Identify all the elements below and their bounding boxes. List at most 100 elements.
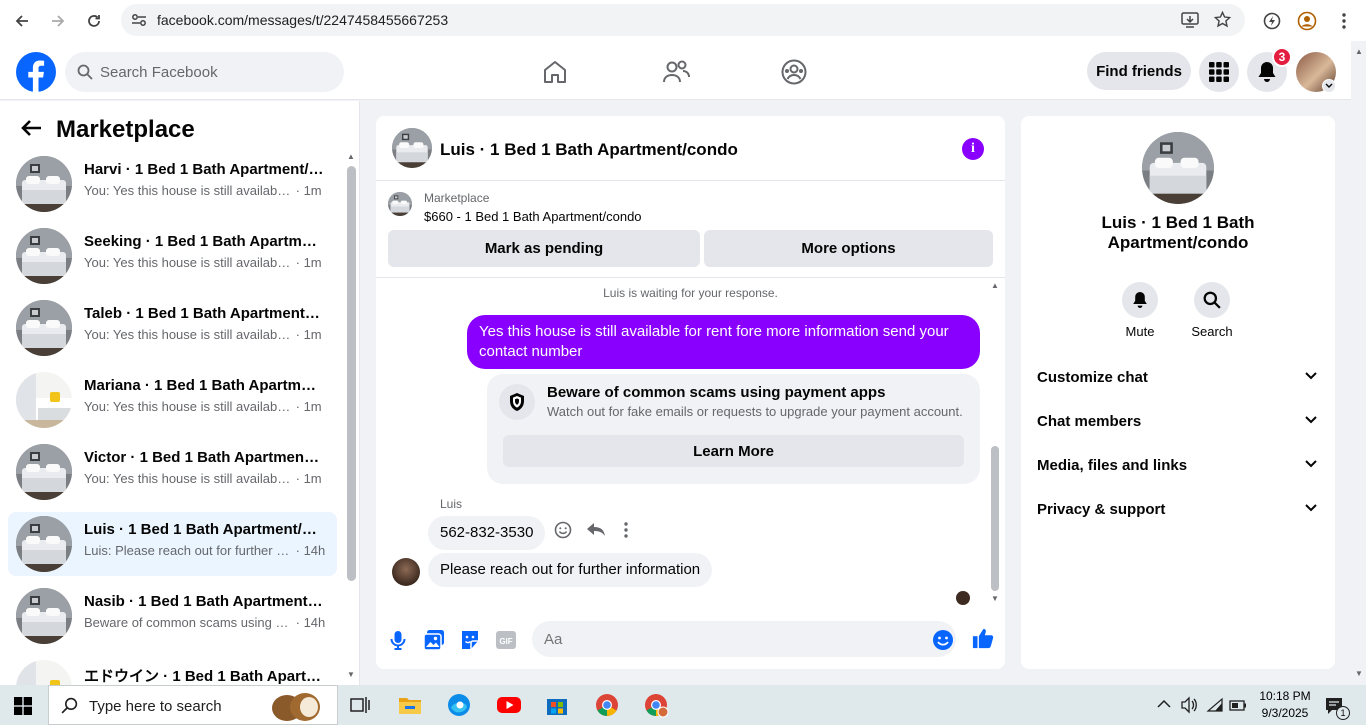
info-icon[interactable]: i	[962, 138, 984, 160]
chevron-down-icon	[1305, 504, 1317, 512]
outgoing-message[interactable]: Yes this house is still available for re…	[467, 315, 980, 369]
conversation-time: · 1m	[295, 183, 322, 198]
conversation-item[interactable]: Victor · 1 Bed 1 Bath Apartment/condo You…	[8, 440, 337, 504]
conversation-thumbnail	[16, 300, 72, 356]
menu-grid-icon[interactable]	[1199, 52, 1239, 92]
site-settings-icon[interactable]	[131, 13, 147, 27]
incoming-message[interactable]: Please reach out for further information	[428, 553, 713, 587]
mute-bell-icon[interactable]	[1122, 282, 1158, 318]
find-friends-button[interactable]: Find friends	[1087, 52, 1191, 90]
conversation-item[interactable]: Seeking · 1 Bed 1 Bath Apartment/condo Yo…	[8, 224, 337, 288]
conversation-item[interactable]: エドウイン · 1 Bed 1 Bath Apartment/condo	[8, 656, 337, 685]
privacy-support-section[interactable]: Privacy & support	[1029, 490, 1327, 530]
media-files-links-section[interactable]: Media, files and links	[1029, 446, 1327, 486]
sticker-icon[interactable]	[459, 629, 481, 651]
coconut-widget-icon	[272, 693, 320, 721]
browser-menu-icon[interactable]	[1331, 8, 1357, 34]
reload-icon[interactable]	[81, 8, 107, 34]
more-options-button[interactable]: More options	[704, 230, 993, 267]
conversation-preview-text: You: Yes this house is still available f…	[84, 327, 292, 342]
conversation-item[interactable]: Harvi · 1 Bed 1 Bath Apartment/condo You:…	[8, 152, 337, 216]
bookmark-star-icon[interactable]	[1214, 11, 1231, 28]
page-scroll-up-icon[interactable]: ▲	[1355, 47, 1363, 56]
chat-title[interactable]: Luis · 1 Bed 1 Bath Apartment/condo	[440, 140, 738, 160]
page-title: Marketplace	[56, 116, 195, 143]
chat-scroll-down-icon[interactable]: ▼	[991, 594, 999, 603]
edge-browser-icon[interactable]	[445, 691, 473, 719]
back-arrow-icon[interactable]	[20, 119, 42, 137]
microsoft-store-icon[interactable]	[543, 691, 571, 719]
wifi-icon[interactable]	[1206, 697, 1224, 713]
reply-icon[interactable]	[586, 522, 606, 538]
conversation-item[interactable]: Mariana · 1 Bed 1 Bath Apartment/condo Yo…	[8, 368, 337, 432]
like-thumb-icon[interactable]	[972, 627, 994, 649]
performance-icon[interactable]	[1259, 8, 1285, 34]
list-scrollbar[interactable]	[347, 166, 356, 581]
install-app-icon[interactable]	[1181, 12, 1199, 28]
file-explorer-icon[interactable]	[396, 691, 424, 719]
chrome-profile-icon[interactable]	[642, 691, 670, 719]
listing-thumbnail[interactable]	[392, 128, 432, 168]
conversation-item[interactable]: Luis · 1 Bed 1 Bath Apartment/condo Luis:…	[8, 512, 337, 576]
home-icon[interactable]	[541, 58, 571, 86]
system-clock[interactable]: 10:18 PM 9/3/2025	[1254, 688, 1316, 722]
message-input[interactable]	[532, 621, 956, 657]
info-panel-title: Luis · 1 Bed 1 Bath Apartment/condo	[1101, 213, 1255, 252]
groups-icon[interactable]	[780, 58, 810, 86]
address-bar[interactable]: facebook.com/messages/t/2247458455667253	[121, 4, 1245, 36]
conversation-thumbnail	[16, 516, 72, 572]
mute-label: Mute	[1125, 324, 1155, 339]
photo-icon[interactable]	[423, 629, 445, 651]
scroll-down-icon[interactable]: ▼	[347, 670, 355, 679]
facebook-logo-icon[interactable]	[16, 52, 56, 92]
conversation-item[interactable]: Nasib · 1 Bed 1 Bath Apartment/condo Bewa…	[8, 584, 337, 648]
chat-info-panel: Luis · 1 Bed 1 Bath Apartment/condo Mute…	[1021, 116, 1335, 669]
friends-icon[interactable]	[661, 58, 691, 86]
learn-more-button[interactable]: Learn More	[503, 435, 964, 467]
search-facebook-input[interactable]: Search Facebook	[65, 52, 344, 92]
more-actions-icon[interactable]	[624, 522, 628, 538]
youtube-icon[interactable]	[495, 691, 523, 719]
show-hidden-icons-icon[interactable]	[1157, 699, 1171, 709]
mark-as-pending-button[interactable]: Mark as pending	[388, 230, 700, 267]
chat-members-section[interactable]: Chat members	[1029, 402, 1327, 442]
incoming-message[interactable]: 562-832-3530	[428, 516, 546, 550]
conversation-time: · 14h	[295, 615, 326, 630]
scroll-up-icon[interactable]: ▲	[347, 152, 355, 161]
profile-icon[interactable]	[1294, 8, 1320, 34]
task-view-icon[interactable]	[346, 691, 374, 719]
sender-avatar[interactable]	[392, 558, 420, 586]
search-conversation-icon[interactable]	[1194, 282, 1230, 318]
windows-start-icon[interactable]	[14, 697, 32, 715]
browser-toolbar: facebook.com/messages/t/2247458455667253	[0, 0, 1366, 41]
page-scroll-down-icon[interactable]: ▼	[1355, 669, 1363, 678]
gif-icon[interactable]: GIF	[495, 629, 517, 651]
waiting-notice: Luis is waiting for your response.	[603, 286, 778, 300]
conversation-preview: Beware of common scams using payment app…	[84, 615, 325, 630]
chat-scroll-up-icon[interactable]: ▲	[991, 281, 999, 290]
page-scrollbar[interactable]: ▲ ▼	[1351, 41, 1366, 685]
search-label: Search	[1191, 324, 1233, 339]
customize-chat-section[interactable]: Customize chat	[1029, 358, 1327, 398]
clock-date: 9/3/2025	[1261, 706, 1309, 720]
sender-name: Luis	[440, 497, 463, 511]
back-icon[interactable]	[9, 8, 35, 34]
battery-icon[interactable]	[1229, 698, 1247, 712]
forward-icon[interactable]	[45, 8, 71, 34]
conversation-item[interactable]: Taleb · 1 Bed 1 Bath Apartment/condo You:…	[8, 296, 337, 360]
search-action[interactable]: Search	[1182, 282, 1242, 339]
emoji-icon[interactable]	[932, 629, 954, 651]
microphone-icon[interactable]	[387, 629, 409, 651]
account-chevron-icon[interactable]	[1322, 79, 1336, 93]
mute-action[interactable]: Mute	[1110, 282, 1170, 339]
chrome-icon[interactable]	[593, 691, 621, 719]
chat-scrollbar[interactable]	[991, 446, 999, 591]
conversation-title: Taleb · 1 Bed 1 Bath Apartment/condo	[84, 305, 324, 322]
listing-price-title[interactable]: $660 - 1 Bed 1 Bath Apartment/condo	[424, 209, 642, 224]
react-emoji-icon[interactable]	[554, 521, 572, 539]
taskbar-search-box[interactable]: Type here to search	[48, 685, 338, 725]
search-icon	[77, 64, 93, 80]
listing-large-thumbnail[interactable]	[1142, 132, 1214, 204]
volume-icon[interactable]	[1180, 696, 1198, 714]
conversation-thumbnail	[16, 372, 72, 428]
